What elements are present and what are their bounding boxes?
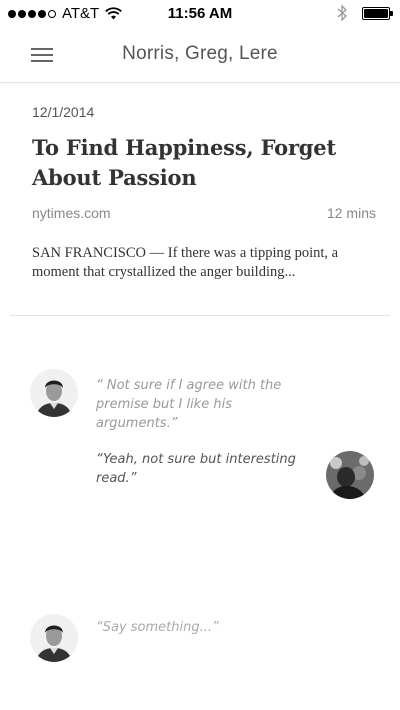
article-headline[interactable]: To Find Happiness, Forget About Passion: [32, 133, 372, 193]
battery-icon: [362, 6, 393, 20]
status-right: [336, 5, 393, 21]
status-bar: AT&T 11:56 AM: [0, 0, 400, 28]
article-excerpt: SAN FRANCISCO — If there was a tipping p…: [32, 245, 339, 280]
article-card[interactable]: 12/1/2014 To Find Happiness, Forget Abou…: [32, 104, 376, 282]
article-source[interactable]: nytimes.com: [32, 205, 111, 221]
article-meta: nytimes.com 12 mins: [32, 205, 376, 225]
comment-input[interactable]: “Say something...”: [96, 618, 296, 637]
nav-bar: Norris, Greg, Lere: [0, 28, 400, 83]
conversation-title: Norris, Greg, Lere: [122, 43, 278, 64]
user-photo-icon: [30, 614, 78, 662]
comment-bubble: “ Not sure if I agree with the premise b…: [96, 378, 282, 431]
article-read-time: 12 mins: [326, 205, 376, 221]
avatar[interactable]: [30, 369, 78, 417]
user-photo-icon: [30, 369, 78, 417]
battery-fill: [364, 8, 388, 18]
avatar[interactable]: [326, 451, 374, 499]
article-date: 12/1/2014: [32, 104, 95, 120]
comment-bubble: “Yeah, not sure but interesting read.”: [96, 452, 296, 486]
avatar: [30, 614, 78, 662]
battery-nub: [390, 10, 393, 16]
divider: [10, 315, 390, 316]
user-photo-icon: [326, 451, 374, 499]
bluetooth-icon: [337, 5, 347, 21]
